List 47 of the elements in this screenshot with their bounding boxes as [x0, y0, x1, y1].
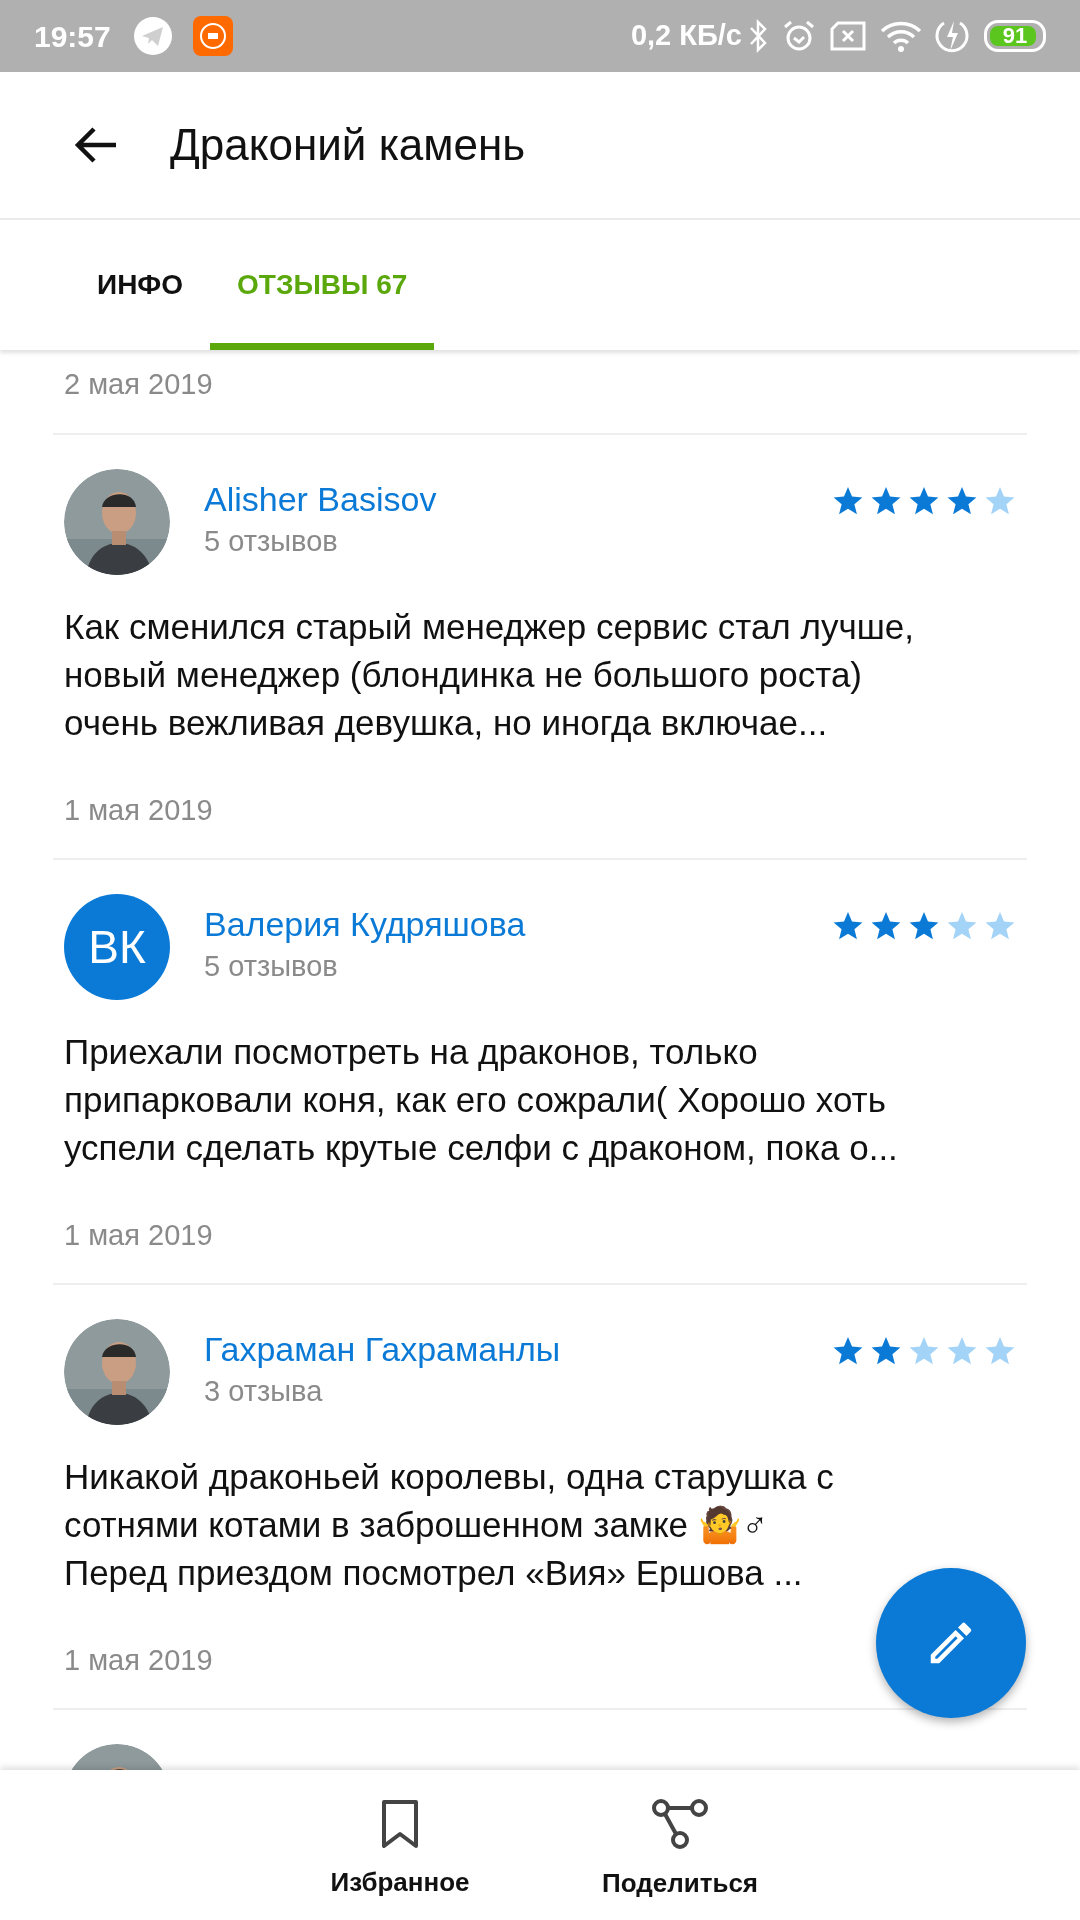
bookmark-icon: [380, 1798, 420, 1849]
network-speed: 0,2 КБ/с: [630, 18, 742, 54]
star-icon: [832, 1335, 864, 1367]
star-icon: [832, 485, 864, 517]
star-icon: [832, 910, 864, 942]
star-icon: [984, 485, 1016, 517]
alarm-clock-icon: [782, 19, 816, 53]
review-count: 5 отзывов: [204, 524, 339, 559]
wifi-icon: [880, 19, 922, 53]
battery-indicator: 91: [984, 20, 1046, 52]
app-icon: [192, 16, 233, 56]
avatar: ВК: [64, 894, 170, 1000]
star-icon: [946, 1335, 978, 1367]
star-icon: [984, 1335, 1016, 1367]
page-title: Драконий камень: [170, 119, 526, 171]
review-text: Приехали посмотреть на драконов, только припарковали коня, как его сожрали( Хорошо хоть успели сделать крутые селфи с драконом, пока о...: [64, 1031, 899, 1169]
star-icon: [946, 485, 978, 517]
review-date: 2 мая 2019: [63, 366, 213, 402]
bluetooth-icon: [748, 19, 768, 53]
paper-plane-icon: [132, 16, 173, 56]
review-text: Никакой драконьей королевы, одна старушка с сотнями котами в заброшенном замке 🤷♂ Перед приездом посмотрел «Вия» Ершова ...: [64, 1456, 835, 1594]
tab[interactable]: ОТЗЫВЫ 67: [210, 220, 435, 350]
bottom-action-button[interactable]: Поделиться: [570, 1770, 790, 1920]
review-text: Как сменился старый менеджер сервис стал лучше, новый менеджер (блондинка не большого роста) очень вежливая девушка, но иногда включае...: [64, 606, 915, 744]
review-date: 1 мая 2019: [64, 793, 213, 828]
reviewer-name[interactable]: Alisher Basisov: [204, 477, 832, 521]
back-arrow-icon[interactable]: [74, 127, 118, 163]
write-review-button[interactable]: [876, 1568, 1026, 1718]
reviewer-name[interactable]: Гахраман Гахраманлы: [204, 1327, 832, 1371]
sim-card-icon: [830, 21, 866, 51]
star-icon: [908, 910, 940, 942]
tab[interactable]: ИНФО: [70, 220, 211, 350]
star-icon: [908, 485, 940, 517]
bottom-action-button[interactable]: Избранное: [290, 1770, 510, 1920]
review-date: 1 мая 2019: [64, 1643, 213, 1678]
share-icon: [651, 1797, 709, 1850]
star-icon: [870, 485, 902, 517]
status-time: 19:57: [34, 18, 111, 55]
star-icon: [984, 910, 1016, 942]
star-icon: [908, 1335, 940, 1367]
review-count: 5 отзывов: [204, 949, 339, 984]
star-icon: [870, 910, 902, 942]
review-count: 3 отзыва: [204, 1374, 324, 1409]
reviewer-name[interactable]: Валерия Кудряшова: [204, 902, 832, 946]
star-icon: [946, 910, 978, 942]
star-icon: [870, 1335, 902, 1367]
review-date: 1 мая 2019: [64, 1218, 213, 1253]
